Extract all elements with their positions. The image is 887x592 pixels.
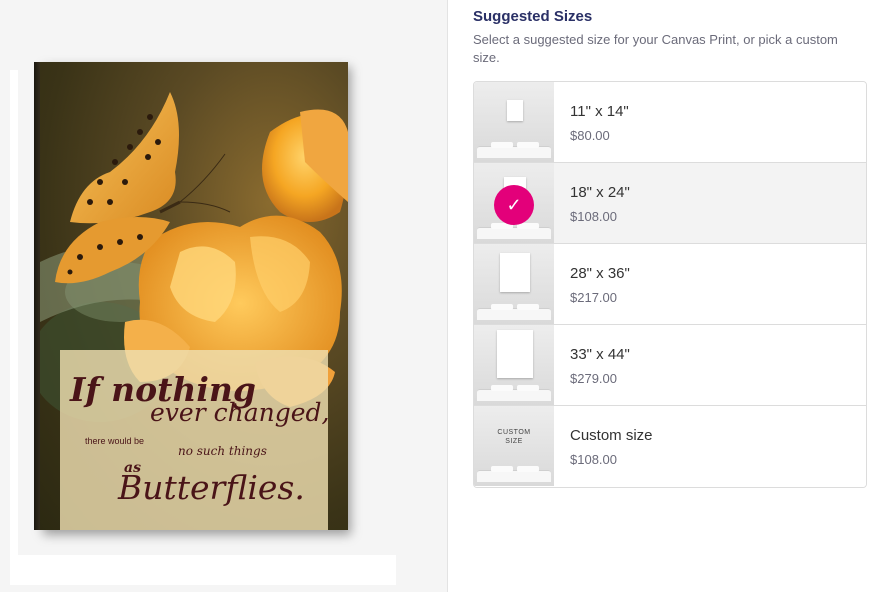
size-price: $217.00 bbox=[570, 290, 617, 305]
size-thumbnail: CUSTOM SIZE bbox=[474, 406, 554, 486]
quote-line-6: Butterflies. bbox=[118, 468, 305, 507]
sofa-icon bbox=[477, 304, 551, 320]
size-thumbnail: ✓ bbox=[474, 163, 554, 243]
quote-line-3: there would be bbox=[85, 436, 145, 446]
size-name: 18" x 24" bbox=[570, 184, 630, 201]
size-price: $108.00 bbox=[570, 452, 617, 467]
size-option-custom[interactable]: CUSTOM SIZE Custom size $108.00 bbox=[474, 406, 866, 487]
custom-size-thumb-label: CUSTOM SIZE bbox=[497, 429, 531, 445]
size-options-list: 11" x 14" $80.00 ✓ 18" x 24" $108.00 28"… bbox=[473, 81, 867, 488]
size-option-28x36[interactable]: 28" x 36" $217.00 bbox=[474, 244, 866, 325]
size-name: 33" x 44" bbox=[570, 346, 630, 363]
size-name: 11" x 14" bbox=[570, 103, 629, 120]
sofa-icon bbox=[477, 466, 551, 482]
check-icon: ✓ bbox=[494, 185, 534, 225]
quote-line-4: no such things bbox=[178, 444, 267, 458]
size-price: $80.00 bbox=[570, 128, 610, 143]
size-thumbnail bbox=[474, 244, 554, 324]
canvas-thumb-icon bbox=[507, 100, 523, 121]
size-option-11x14[interactable]: 11" x 14" $80.00 bbox=[474, 82, 866, 163]
suggested-sizes-subtitle: Select a suggested size for your Canvas … bbox=[473, 32, 838, 65]
size-price: $279.00 bbox=[570, 371, 617, 386]
sofa-icon bbox=[477, 142, 551, 158]
size-option-18x24[interactable]: ✓ 18" x 24" $108.00 bbox=[474, 163, 866, 244]
size-name: Custom size bbox=[570, 427, 653, 444]
size-price: $108.00 bbox=[570, 209, 617, 224]
preview-bottom-strip bbox=[10, 555, 396, 585]
size-name: 28" x 36" bbox=[570, 265, 630, 282]
product-preview-panel: If nothing ever changed, there would be … bbox=[0, 0, 448, 592]
canvas-thumb-icon bbox=[500, 253, 530, 292]
size-thumbnail bbox=[474, 325, 554, 405]
canvas-thumb-icon bbox=[497, 330, 533, 378]
suggested-sizes-title: Suggested Sizes bbox=[473, 8, 593, 25]
preview-backdrop bbox=[10, 70, 18, 556]
size-thumbnail bbox=[474, 82, 554, 162]
sofa-icon bbox=[477, 385, 551, 401]
quote-line-2: ever changed, bbox=[150, 398, 330, 427]
size-option-33x44[interactable]: 33" x 44" $279.00 bbox=[474, 325, 866, 406]
sofa-icon bbox=[477, 223, 551, 239]
